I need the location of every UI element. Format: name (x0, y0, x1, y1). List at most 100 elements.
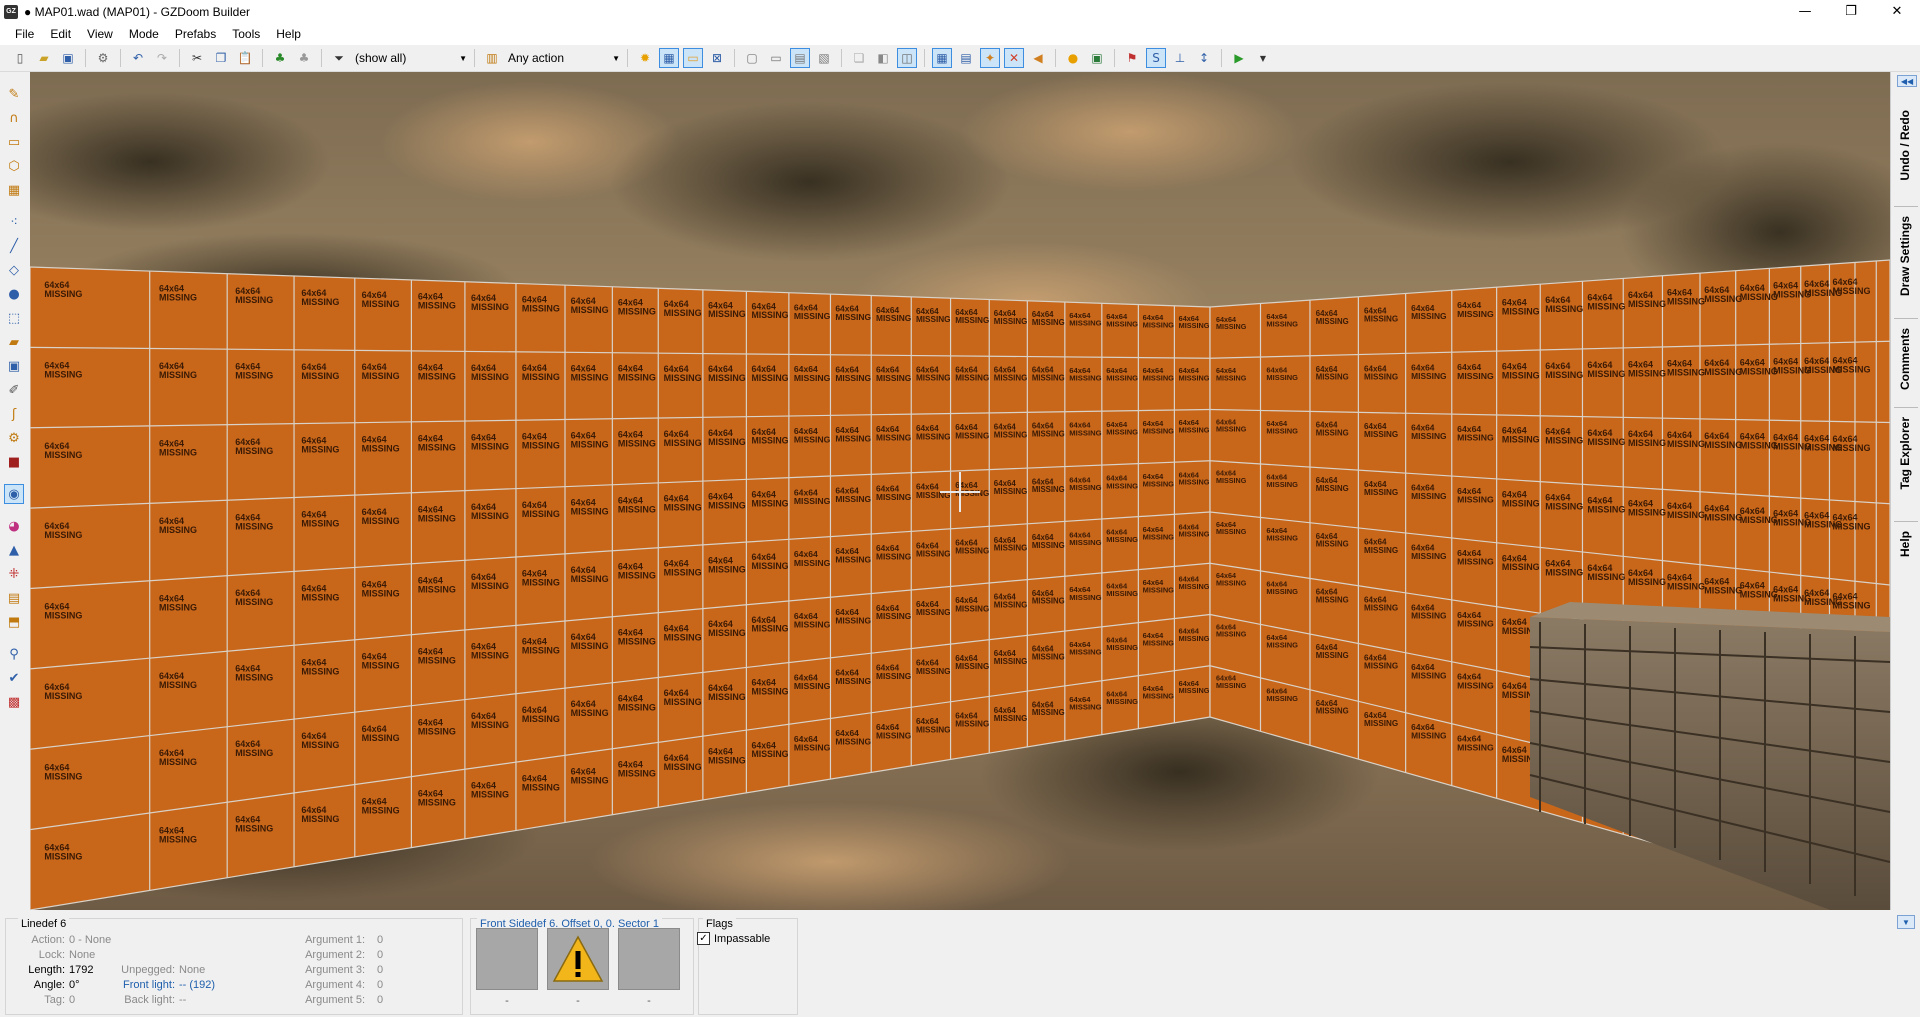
tab-help[interactable]: Help (1898, 531, 1912, 557)
ceiling-align-icon[interactable]: ⬒ (4, 612, 24, 632)
fixed-things-scale-icon[interactable]: ⊠ (707, 48, 727, 68)
save-map-icon[interactable]: ▣ (58, 48, 78, 68)
draw-grid-icon[interactable]: ▦ (4, 180, 24, 200)
argument-row: Argument 2: 0 (300, 949, 383, 961)
intersect-icon[interactable]: ◫ (897, 48, 917, 68)
sector-effects-icon[interactable]: ✦ (980, 48, 1000, 68)
height-icon[interactable]: ⊥ (1170, 48, 1190, 68)
upper-texture-preview[interactable] (476, 928, 538, 990)
info-panel-toggle-icon[interactable]: ▼ (1897, 915, 1915, 929)
menu-prefabs[interactable]: Prefabs (167, 27, 224, 41)
things-filter-select[interactable]: (show all) ▼ (351, 48, 469, 68)
dynamic-lights-icon[interactable]: ▤ (790, 48, 810, 68)
fog-icon[interactable]: ▧ (814, 48, 834, 68)
comments-icon[interactable]: ▭ (683, 48, 703, 68)
linedefs-mode-icon[interactable]: ╱ (4, 236, 24, 256)
window-title: ● MAP01.wad (MAP01) - GZDoom Builder (24, 4, 250, 19)
insert-prefab-icon[interactable]: ♣ (270, 48, 290, 68)
copy-icon[interactable]: ❐ (211, 48, 231, 68)
action-row: Action: 0 - None (10, 934, 111, 946)
lightbulb-icon[interactable]: ● (1063, 48, 1083, 68)
test-map-icon[interactable]: ▶ (1229, 48, 1249, 68)
subtract-icon[interactable]: ◧ (873, 48, 893, 68)
tab-draw-settings[interactable]: Draw Settings (1898, 216, 1912, 296)
script-editor-icon[interactable]: ▩ (4, 692, 24, 712)
test-map-dropdown-icon[interactable]: ▼ (1253, 48, 1273, 68)
screenshot-icon[interactable]: ▣ (1087, 48, 1107, 68)
stairs-icon[interactable]: ▤ (4, 588, 24, 608)
select-geometry-icon[interactable]: ▢ (742, 48, 762, 68)
grid-setup-icon[interactable]: ▦ (932, 48, 952, 68)
map-options-icon[interactable]: ⚙ (93, 48, 113, 68)
filter-icon[interactable]: ⏷ (329, 48, 349, 68)
thing-effects-icon[interactable]: ✕ (1004, 48, 1024, 68)
length-row: Length: 1792 (10, 964, 93, 976)
floor-align-icon[interactable]: ʃ (4, 404, 24, 424)
action-filter-select[interactable]: Any action ▼ (504, 48, 622, 68)
angle-row: Angle: 0° (10, 979, 80, 991)
lower-texture-preview[interactable] (618, 928, 680, 990)
check-map-icon[interactable]: ✔ (4, 668, 24, 688)
visual-mode-viewport[interactable]: 64x64 MISSING 64x64 MISSING 64x64 MISSING 64x6… (30, 72, 1890, 910)
close-button[interactable]: ✕ (1874, 0, 1920, 23)
menu-tools[interactable]: Tools (224, 27, 268, 41)
paste-icon[interactable]: 📋 (235, 48, 255, 68)
menu-mode[interactable]: Mode (121, 27, 167, 41)
gravity-icon[interactable]: ⚑ (1122, 48, 1142, 68)
minimize-button[interactable]: — (1782, 0, 1828, 23)
linedef-color-preset-icon[interactable]: ▥ (482, 48, 502, 68)
vertices-mode-icon[interactable]: ⁖ (4, 212, 24, 232)
menu-view[interactable]: View (79, 27, 121, 41)
undo-icon[interactable]: ↶ (128, 48, 148, 68)
find-icon[interactable]: ⚲ (4, 644, 24, 664)
collapse-docker-icon[interactable]: ◀◀ (1897, 75, 1917, 87)
argument-row: Argument 4: 0 (300, 979, 383, 991)
argument-value: 0 (377, 949, 384, 961)
grid-icon[interactable]: ▦ (659, 48, 679, 68)
menu-edit[interactable]: Edit (42, 27, 79, 41)
sectors-mode-icon[interactable]: ◇ (4, 260, 24, 280)
edit-selection-icon[interactable]: ⬚ (4, 308, 24, 328)
sky-icon[interactable]: S (1146, 48, 1166, 68)
menu-help[interactable]: Help (268, 27, 309, 41)
tab-comments[interactable]: Comments (1898, 328, 1912, 390)
redo-icon[interactable]: ↷ (152, 48, 172, 68)
things-mode-icon[interactable]: ● (4, 284, 24, 304)
open-map-icon[interactable]: ▰ (34, 48, 54, 68)
vertical-icon[interactable]: ↕ (1194, 48, 1214, 68)
draw-curve-icon[interactable]: ∩ (4, 108, 24, 128)
argument-label: Argument 2: (305, 949, 365, 961)
impassable-label: Impassable (714, 932, 771, 945)
sound-icon[interactable]: ◀ (1028, 48, 1048, 68)
lock-value: None (69, 949, 96, 961)
fullbright-icon[interactable]: ✹ (635, 48, 655, 68)
draw-lines-icon[interactable]: ✎ (4, 84, 24, 104)
terrain-icon[interactable]: ▲ (4, 540, 24, 560)
sound-environment-icon[interactable]: ✐ (4, 380, 24, 400)
cut-icon[interactable]: ✂ (187, 48, 207, 68)
model-rendering-icon[interactable]: ▭ (766, 48, 786, 68)
draw-rectangle-icon[interactable]: ▭ (4, 132, 24, 152)
middle-texture-preview[interactable] (547, 928, 609, 990)
insert-previous-prefab-icon[interactable]: ♣ (294, 48, 314, 68)
sound-propagation-icon[interactable]: ▣ (4, 356, 24, 376)
gzdoom-visual-icon[interactable]: ⚙ (4, 428, 24, 448)
gzdoom-visual-mode-icon[interactable]: ◉ (4, 484, 24, 504)
draw-ellipse-icon[interactable]: ⬡ (4, 156, 24, 176)
argument-row: Argument 1: 0 (300, 934, 383, 946)
new-map-icon[interactable]: ▯ (10, 48, 30, 68)
visual-mode-icon[interactable]: ■ (4, 452, 24, 472)
color-picker-icon[interactable]: ◕ (4, 516, 24, 536)
impassable-checkbox[interactable]: ✓ (697, 932, 710, 945)
merge-icon[interactable]: ❏ (849, 48, 869, 68)
texture-browser-icon[interactable]: ▤ (956, 48, 976, 68)
tab-tag-explorer[interactable]: Tag Explorer (1898, 417, 1912, 489)
tab-undo-redo[interactable]: Undo / Redo (1898, 110, 1912, 181)
menu-file[interactable]: File (7, 27, 42, 41)
maximize-button[interactable]: ❐ (1828, 0, 1874, 23)
bridge-icon[interactable]: ⁜ (4, 564, 24, 584)
back-light-value: -- (179, 994, 187, 1006)
make-sectors-icon[interactable]: ▰ (4, 332, 24, 352)
length-value: 1792 (69, 964, 94, 976)
upper-texture-label: - (505, 995, 509, 1007)
